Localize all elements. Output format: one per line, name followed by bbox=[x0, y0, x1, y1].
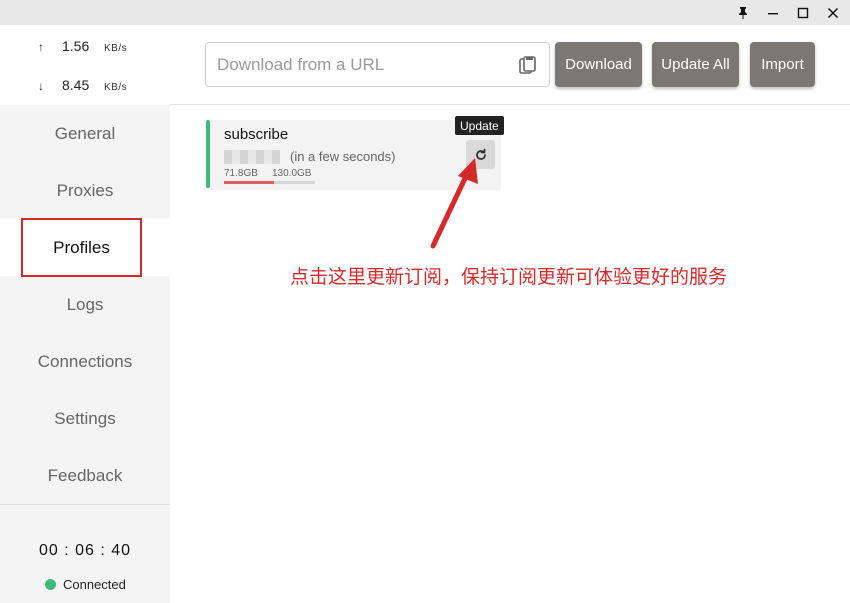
annotation-text: 点击这里更新订阅，保持订阅更新可体验更好的服务 bbox=[290, 266, 728, 288]
sidebar-item-profiles[interactable]: Profiles bbox=[21, 218, 142, 277]
url-input-placeholder: Download from a URL bbox=[217, 54, 385, 74]
update-all-button[interactable]: Update All bbox=[652, 42, 739, 87]
traffic-panel: ↑ 1.56 KB/s ↓ 8.45 KB/s bbox=[0, 25, 170, 105]
profile-used-traffic: 71.8GB bbox=[224, 168, 258, 179]
sidebar-item-settings[interactable]: Settings bbox=[0, 390, 170, 447]
upload-speed: ↑ 1.56 KB/s bbox=[38, 38, 127, 54]
connection-status: Connected bbox=[45, 577, 126, 592]
status-panel: 00 : 06 : 40 Connected bbox=[0, 504, 170, 603]
download-button[interactable]: Download bbox=[555, 42, 642, 87]
usage-progress-bar bbox=[224, 181, 315, 184]
usage-progress-fill bbox=[224, 181, 275, 184]
sidebar-item-proxies[interactable]: Proxies bbox=[0, 162, 170, 219]
download-speed: ↓ 8.45 KB/s bbox=[38, 77, 127, 93]
url-input[interactable]: Download from a URL bbox=[205, 42, 550, 87]
profile-updated-time: (in a few seconds) bbox=[290, 149, 396, 164]
annotation-arrow-icon bbox=[430, 158, 478, 249]
pin-icon[interactable] bbox=[728, 0, 758, 25]
title-bar bbox=[0, 0, 850, 25]
profile-selected-indicator bbox=[206, 120, 210, 188]
minimize-icon[interactable] bbox=[758, 0, 788, 25]
upload-value: 1.56 bbox=[62, 38, 90, 54]
uptime-timer: 00 : 06 : 40 bbox=[38, 542, 132, 559]
download-arrow-icon: ↓ bbox=[38, 79, 44, 93]
upload-arrow-icon: ↑ bbox=[38, 40, 44, 54]
profile-total-traffic: 130.0GB bbox=[272, 168, 312, 179]
sidebar-item-connections[interactable]: Connections bbox=[0, 333, 170, 390]
close-icon[interactable] bbox=[818, 0, 848, 25]
blurred-host bbox=[224, 150, 280, 164]
sidebar-item-logs[interactable]: Logs bbox=[0, 276, 170, 333]
status-dot-icon bbox=[45, 579, 56, 590]
sidebar-item-general[interactable]: General bbox=[0, 105, 170, 162]
sidebar: ↑ 1.56 KB/s ↓ 8.45 KB/s General Proxies … bbox=[0, 25, 170, 603]
download-value: 8.45 bbox=[62, 77, 90, 93]
download-unit: KB/s bbox=[104, 82, 128, 93]
maximize-icon[interactable] bbox=[788, 0, 818, 25]
profiles-header: Download from a URL Download Update All … bbox=[170, 25, 850, 105]
status-label: Connected bbox=[63, 577, 126, 592]
sidebar-item-feedback[interactable]: Feedback bbox=[0, 447, 170, 504]
import-button[interactable]: Import bbox=[750, 42, 815, 87]
update-tooltip: Update bbox=[455, 116, 504, 135]
paste-icon[interactable] bbox=[519, 56, 537, 76]
upload-unit: KB/s bbox=[104, 43, 128, 54]
profile-name: subscribe bbox=[224, 126, 289, 143]
